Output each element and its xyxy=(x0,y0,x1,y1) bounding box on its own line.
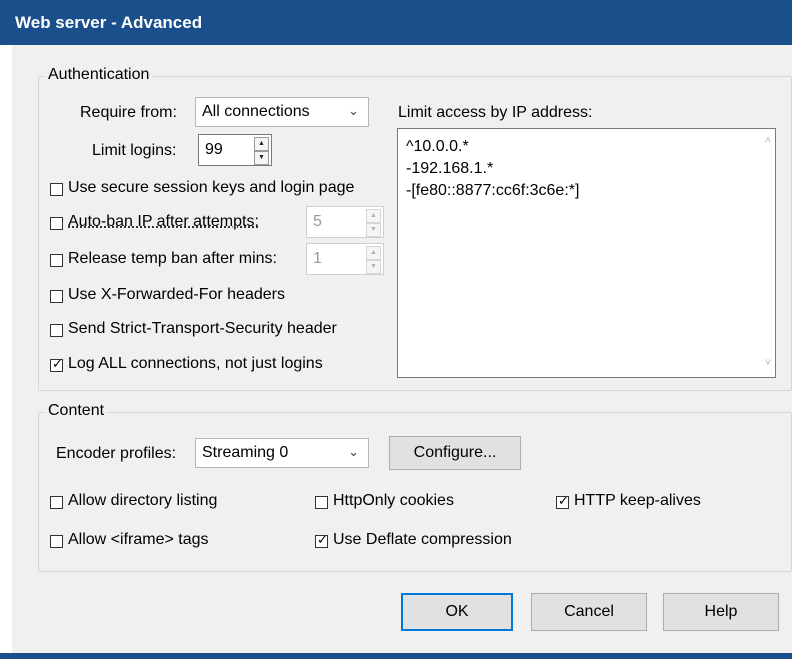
spin-down-icon[interactable]: ▼ xyxy=(366,223,381,237)
checkmark-icon: ✓ xyxy=(317,532,328,547)
configure-button[interactable]: Configure... xyxy=(389,436,521,470)
release-ban-checkbox[interactable] xyxy=(50,254,63,267)
auto-ban-stepper[interactable]: 5 ▲ ▼ xyxy=(306,206,384,238)
auto-ban-value: 5 xyxy=(313,213,322,230)
require-from-label: Require from: xyxy=(80,104,177,121)
chevron-down-icon: ⌄ xyxy=(348,444,359,459)
httponly-checkbox[interactable] xyxy=(315,496,328,509)
spin-down-icon[interactable]: ▼ xyxy=(254,151,269,165)
release-ban-value: 1 xyxy=(313,250,322,267)
hsts-checkbox[interactable] xyxy=(50,324,63,337)
spin-up-icon[interactable]: ▲ xyxy=(254,137,269,151)
deflate-checkbox[interactable]: ✓ xyxy=(315,532,328,548)
hsts-label[interactable]: Send Strict-Transport-Security header xyxy=(68,320,337,338)
encoder-profiles-dropdown[interactable]: Streaming 0 ⌄ xyxy=(195,438,369,468)
window-frame-left xyxy=(0,45,12,653)
title-bar: Web server - Advanced xyxy=(0,0,792,45)
keepalive-label[interactable]: HTTP keep-alives xyxy=(574,492,701,510)
ip-line: -192.168.1.* xyxy=(406,160,494,177)
limit-logins-label: Limit logins: xyxy=(92,142,177,159)
keepalive-checkbox[interactable]: ✓ xyxy=(556,493,569,509)
checkmark-icon: ✓ xyxy=(558,493,569,508)
spin-down-icon[interactable]: ▼ xyxy=(366,260,381,274)
auto-ban-checkbox[interactable] xyxy=(50,217,63,230)
xff-label[interactable]: Use X-Forwarded-For headers xyxy=(68,286,285,304)
window-title: Web server - Advanced xyxy=(15,13,203,32)
content-group-label: Content xyxy=(45,402,108,420)
log-all-checkbox[interactable]: ✓ xyxy=(50,356,63,372)
httponly-label[interactable]: HttpOnly cookies xyxy=(333,492,454,510)
ip-line: -[fe80::8877:cc6f:3c6e:*] xyxy=(406,182,580,199)
cancel-button[interactable]: Cancel xyxy=(531,593,647,631)
dir-listing-label[interactable]: Allow directory listing xyxy=(68,492,217,510)
require-from-value: All connections xyxy=(202,103,310,120)
release-ban-label[interactable]: Release temp ban after mins: xyxy=(68,250,277,268)
authentication-group-label: Authentication xyxy=(45,66,153,84)
require-from-dropdown[interactable]: All connections ⌄ xyxy=(195,97,369,127)
encoder-profiles-value: Streaming 0 xyxy=(202,444,289,461)
iframe-label[interactable]: Allow <iframe> tags xyxy=(68,531,209,549)
secure-session-checkbox[interactable] xyxy=(50,183,63,196)
log-all-label[interactable]: Log ALL connections, not just logins xyxy=(68,355,323,373)
iframe-checkbox[interactable] xyxy=(50,535,63,548)
dir-listing-checkbox[interactable] xyxy=(50,496,63,509)
scroll-up-icon[interactable]: ˄ xyxy=(765,135,771,147)
ok-button[interactable]: OK xyxy=(401,593,513,631)
spin-up-icon[interactable]: ▲ xyxy=(366,209,381,223)
scroll-down-icon[interactable]: ˅ xyxy=(765,357,771,369)
limit-logins-value: 99 xyxy=(205,141,223,158)
ip-limit-textarea[interactable]: ^10.0.0.* -192.168.1.* -[fe80::8877:cc6f… xyxy=(397,128,776,378)
ip-line: ^10.0.0.* xyxy=(406,138,469,155)
window-frame-bottom xyxy=(0,653,792,659)
spin-up-icon[interactable]: ▲ xyxy=(366,246,381,260)
deflate-label[interactable]: Use Deflate compression xyxy=(333,531,512,549)
checkmark-icon: ✓ xyxy=(52,356,63,371)
limit-logins-stepper[interactable]: 99 ▲ ▼ xyxy=(198,134,272,166)
xff-checkbox[interactable] xyxy=(50,290,63,303)
help-button[interactable]: Help xyxy=(663,593,779,631)
secure-session-label[interactable]: Use secure session keys and login page xyxy=(68,179,354,197)
dialog-client-area: Authentication Require from: All connect… xyxy=(12,45,792,659)
chevron-down-icon: ⌄ xyxy=(348,103,359,118)
release-ban-stepper[interactable]: 1 ▲ ▼ xyxy=(306,243,384,275)
auto-ban-label[interactable]: Auto-ban IP after attempts: xyxy=(68,213,259,231)
encoder-profiles-label: Encoder profiles: xyxy=(56,445,177,462)
ip-limit-label: Limit access by IP address: xyxy=(398,104,593,121)
